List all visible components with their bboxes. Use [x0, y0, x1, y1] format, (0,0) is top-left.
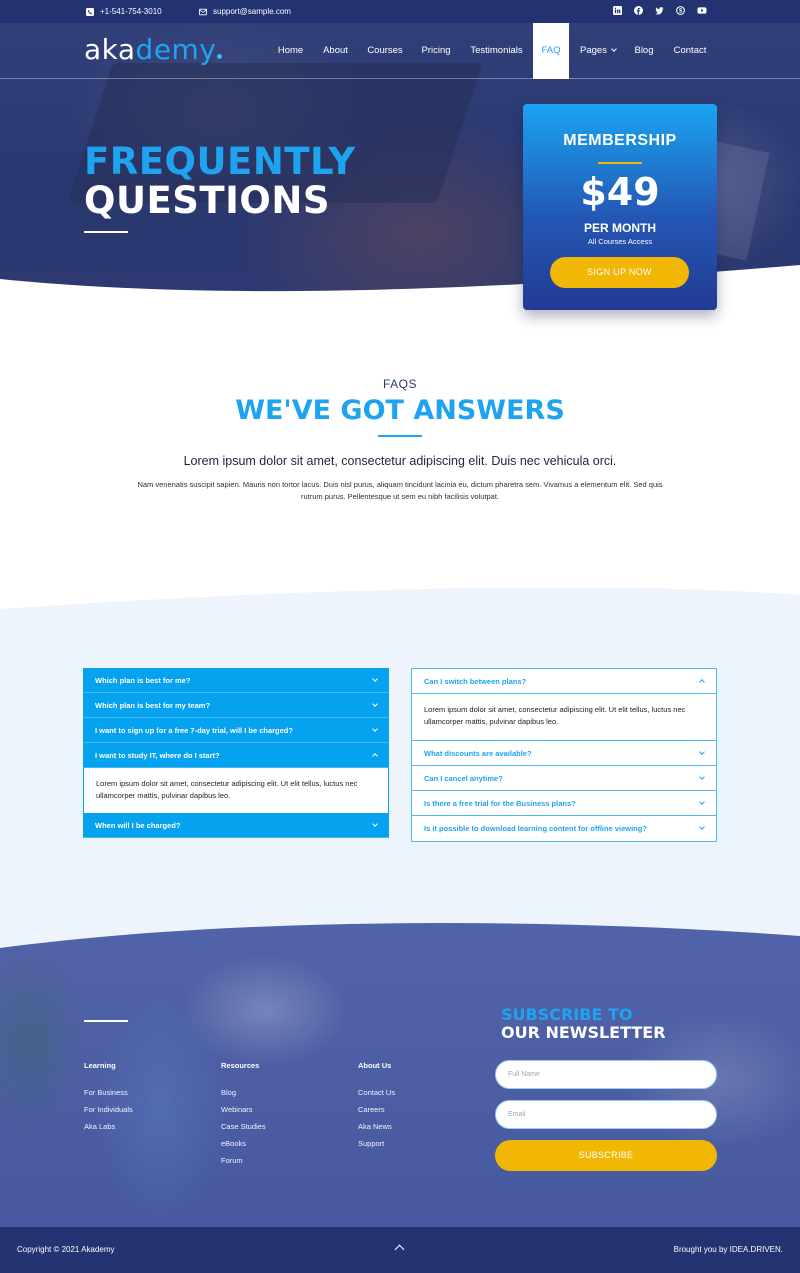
footer: Learning For Business For Individuals Ak… — [0, 920, 800, 1227]
footer-link[interactable]: For Individuals — [84, 1105, 133, 1122]
akademy-logo[interactable]: akademy — [84, 33, 223, 66]
nav-item-contact[interactable]: Contact — [667, 23, 713, 79]
footer-link[interactable]: Aka News — [358, 1122, 395, 1139]
membership-price: $49 — [580, 170, 660, 214]
chevron-up-icon — [699, 679, 705, 685]
footer-heading: Resources — [221, 1061, 260, 1070]
copyright-bar: Copyright © 2021 Akademy Brought you by … — [0, 1227, 800, 1273]
footer-link[interactable]: Contact Us — [358, 1088, 395, 1105]
chevron-down-icon — [699, 774, 705, 780]
footer-wave-divider — [0, 920, 800, 948]
email-address: support@sample.com — [213, 7, 291, 16]
page-title: FREQUENTLY QUESTIONS — [84, 142, 356, 220]
email-contact[interactable]: support@sample.com — [199, 7, 291, 16]
youtube-icon[interactable] — [697, 6, 707, 15]
faq-answer: Lorem ipsum dolor sit amet, consectetur … — [83, 768, 389, 813]
email-input[interactable]: Email — [495, 1100, 717, 1129]
section-lead: Lorem ipsum dolor sit amet, consectetur … — [183, 454, 617, 468]
footer-link[interactable]: Case Studies — [221, 1122, 266, 1139]
faq-question[interactable]: When will I be charged? — [83, 813, 389, 838]
faq-accordion-left: Which plan is best for me? Which plan is… — [83, 668, 389, 838]
footer-link[interactable]: Aka Labs — [84, 1122, 133, 1139]
faq-question[interactable]: Which plan is best for me? — [83, 668, 389, 693]
full-name-input[interactable]: Full Name — [495, 1060, 717, 1089]
chevron-down-icon — [372, 821, 378, 827]
membership-title: MEMBERSHIP — [563, 132, 677, 149]
nav-item-about[interactable]: About — [317, 23, 354, 79]
footer-link[interactable]: For Business — [84, 1088, 133, 1105]
faq-question[interactable]: What discounts are available? — [412, 741, 716, 766]
linkedin-icon[interactable] — [613, 6, 622, 15]
nav-item-courses[interactable]: Courses — [362, 23, 408, 79]
newsletter-title: SUBSCRIBE TO OUR NEWSLETTER — [501, 1005, 666, 1042]
footer-link[interactable]: Support — [358, 1139, 395, 1156]
page-title-line-2: QUESTIONS — [84, 179, 330, 222]
nav-item-home[interactable]: Home — [272, 23, 309, 79]
footer-underline — [84, 1020, 128, 1022]
social-links — [613, 6, 707, 15]
chevron-down-icon — [372, 701, 378, 707]
faq-question-expanded[interactable]: Can I switch between plans? — [412, 669, 716, 694]
nav-item-faq[interactable]: FAQ — [533, 23, 569, 79]
chevron-up-icon[interactable] — [394, 1244, 405, 1255]
facebook-icon[interactable] — [634, 6, 643, 15]
footer-link[interactable]: Webinars — [221, 1105, 266, 1122]
title-underline — [84, 231, 128, 233]
faq-question[interactable]: Is there a free trial for the Business p… — [412, 791, 716, 816]
phone-contact[interactable]: +1-541-754-3010 — [86, 7, 162, 16]
faq-question[interactable]: Is it possible to download learning cont… — [412, 816, 716, 841]
faq-question-expanded[interactable]: I want to study IT, where do I start? — [83, 743, 389, 768]
footer-column-learning: Learning For Business For Individuals Ak… — [84, 1061, 133, 1139]
chevron-down-icon — [699, 749, 705, 755]
section-title-underline — [378, 435, 422, 437]
membership-divider — [598, 162, 642, 164]
nav-item-blog[interactable]: Blog — [629, 23, 659, 79]
footer-heading: Learning — [84, 1061, 116, 1070]
footer-link[interactable]: Careers — [358, 1105, 395, 1122]
footer-link[interactable]: eBooks — [221, 1139, 266, 1156]
faq-question[interactable]: I want to sign up for a free 7-day trial… — [83, 718, 389, 743]
section-body: Nam venenatis suscipit sapien. Mauris no… — [137, 480, 663, 501]
page-title-line-1: FREQUENTLY — [84, 140, 356, 183]
footer-column-resources: Resources Blog Webinars Case Studies eBo… — [221, 1061, 266, 1173]
footer-link[interactable]: Blog — [221, 1088, 266, 1105]
section-eyebrow: FAQS — [382, 377, 417, 391]
chevron-down-icon — [699, 799, 705, 805]
faq-answer: Lorem ipsum dolor sit amet, consectetur … — [412, 694, 716, 741]
nav-item-testimonials[interactable]: Testimonials — [464, 23, 529, 79]
subscribe-button[interactable]: SUBSCRIBE — [495, 1140, 717, 1171]
faq-accordion-right: Can I switch between plans? Lorem ipsum … — [411, 668, 717, 842]
membership-card: MEMBERSHIP $49 PER MONTH All Courses Acc… — [523, 104, 717, 310]
faq-question[interactable]: Can I cancel anytime? — [412, 766, 716, 791]
footer-link[interactable]: Forum — [221, 1156, 266, 1173]
nav-item-pricing[interactable]: Pricing — [416, 23, 456, 79]
sign-up-button[interactable]: SIGN UP NOW — [550, 257, 689, 288]
chevron-up-icon — [372, 753, 378, 759]
chevron-down-icon — [372, 726, 378, 732]
mail-icon — [199, 8, 207, 15]
footer-column-about: About Us Contact Us Careers Aka News Sup… — [358, 1061, 395, 1156]
chevron-down-icon — [611, 46, 617, 52]
skype-icon[interactable] — [676, 6, 685, 15]
nav-item-pages[interactable]: Pages — [573, 23, 623, 79]
membership-period: PER MONTH — [584, 221, 656, 235]
phone-icon — [86, 7, 94, 16]
section-title: WE'VE GOT ANSWERS — [235, 395, 565, 426]
credit-text: Brought you by IDEA.DRIVEN. — [673, 1245, 783, 1254]
phone-number: +1-541-754-3010 — [100, 7, 162, 16]
membership-note: All Courses Access — [587, 237, 653, 246]
copyright-text: Copyright © 2021 Akademy — [17, 1245, 115, 1254]
logo-dot — [217, 54, 223, 59]
chevron-down-icon — [699, 824, 705, 830]
top-bar: +1-541-754-3010 support@sample.com — [0, 0, 800, 23]
main-navigation: akademy Home About Courses Pricing Testi… — [0, 23, 800, 79]
footer-heading: About Us — [358, 1061, 392, 1070]
faq-question[interactable]: Which plan is best for my team? — [83, 693, 389, 718]
chevron-down-icon — [372, 676, 378, 682]
twitter-icon[interactable] — [655, 6, 664, 15]
